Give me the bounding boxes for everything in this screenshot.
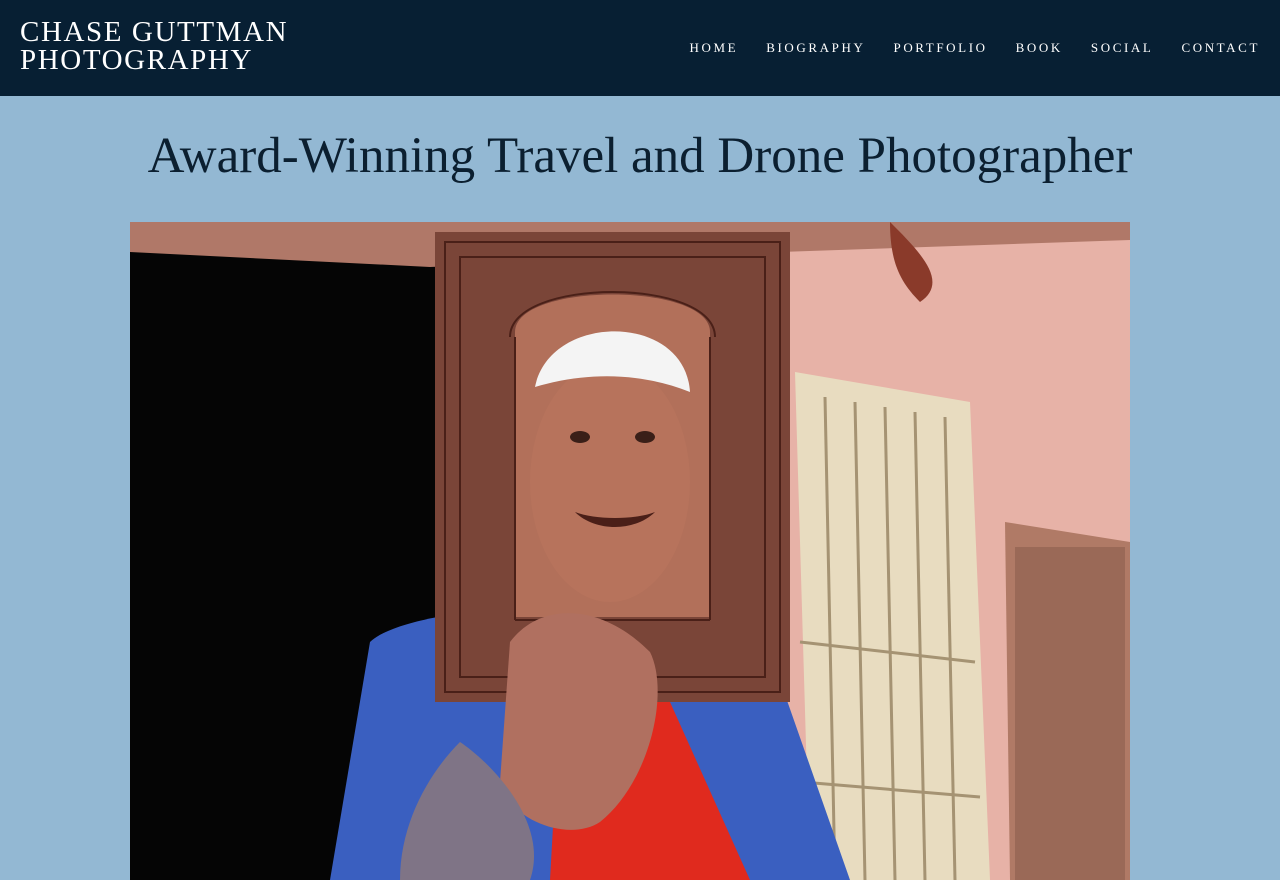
main-nav: HOME BIOGRAPHY PORTFOLIO BOOK SOCIAL CON… [662,39,1260,57]
hero-photo-illustration [130,222,1130,880]
site-logo-link[interactable]: CHASE GUTTMAN PHOTOGRAPHY [20,16,289,76]
nav-item-biography[interactable]: BIOGRAPHY [766,39,865,57]
nav-item-portfolio[interactable]: PORTFOLIO [893,39,987,57]
nav-item-home[interactable]: HOME [690,39,739,57]
nav-item-contact[interactable]: CONTACT [1181,39,1260,57]
nav-item-book[interactable]: BOOK [1016,39,1063,57]
hero-photo [130,222,1130,880]
nav-item-social[interactable]: SOCIAL [1091,39,1154,57]
site-header: CHASE GUTTMAN PHOTOGRAPHY HOME BIOGRAPHY… [0,0,1280,96]
site-title-line1: CHASE GUTTMAN [20,16,289,48]
page-headline: Award-Winning Travel and Drone Photograp… [147,128,1133,184]
site-title-line2: PHOTOGRAPHY [20,44,253,76]
